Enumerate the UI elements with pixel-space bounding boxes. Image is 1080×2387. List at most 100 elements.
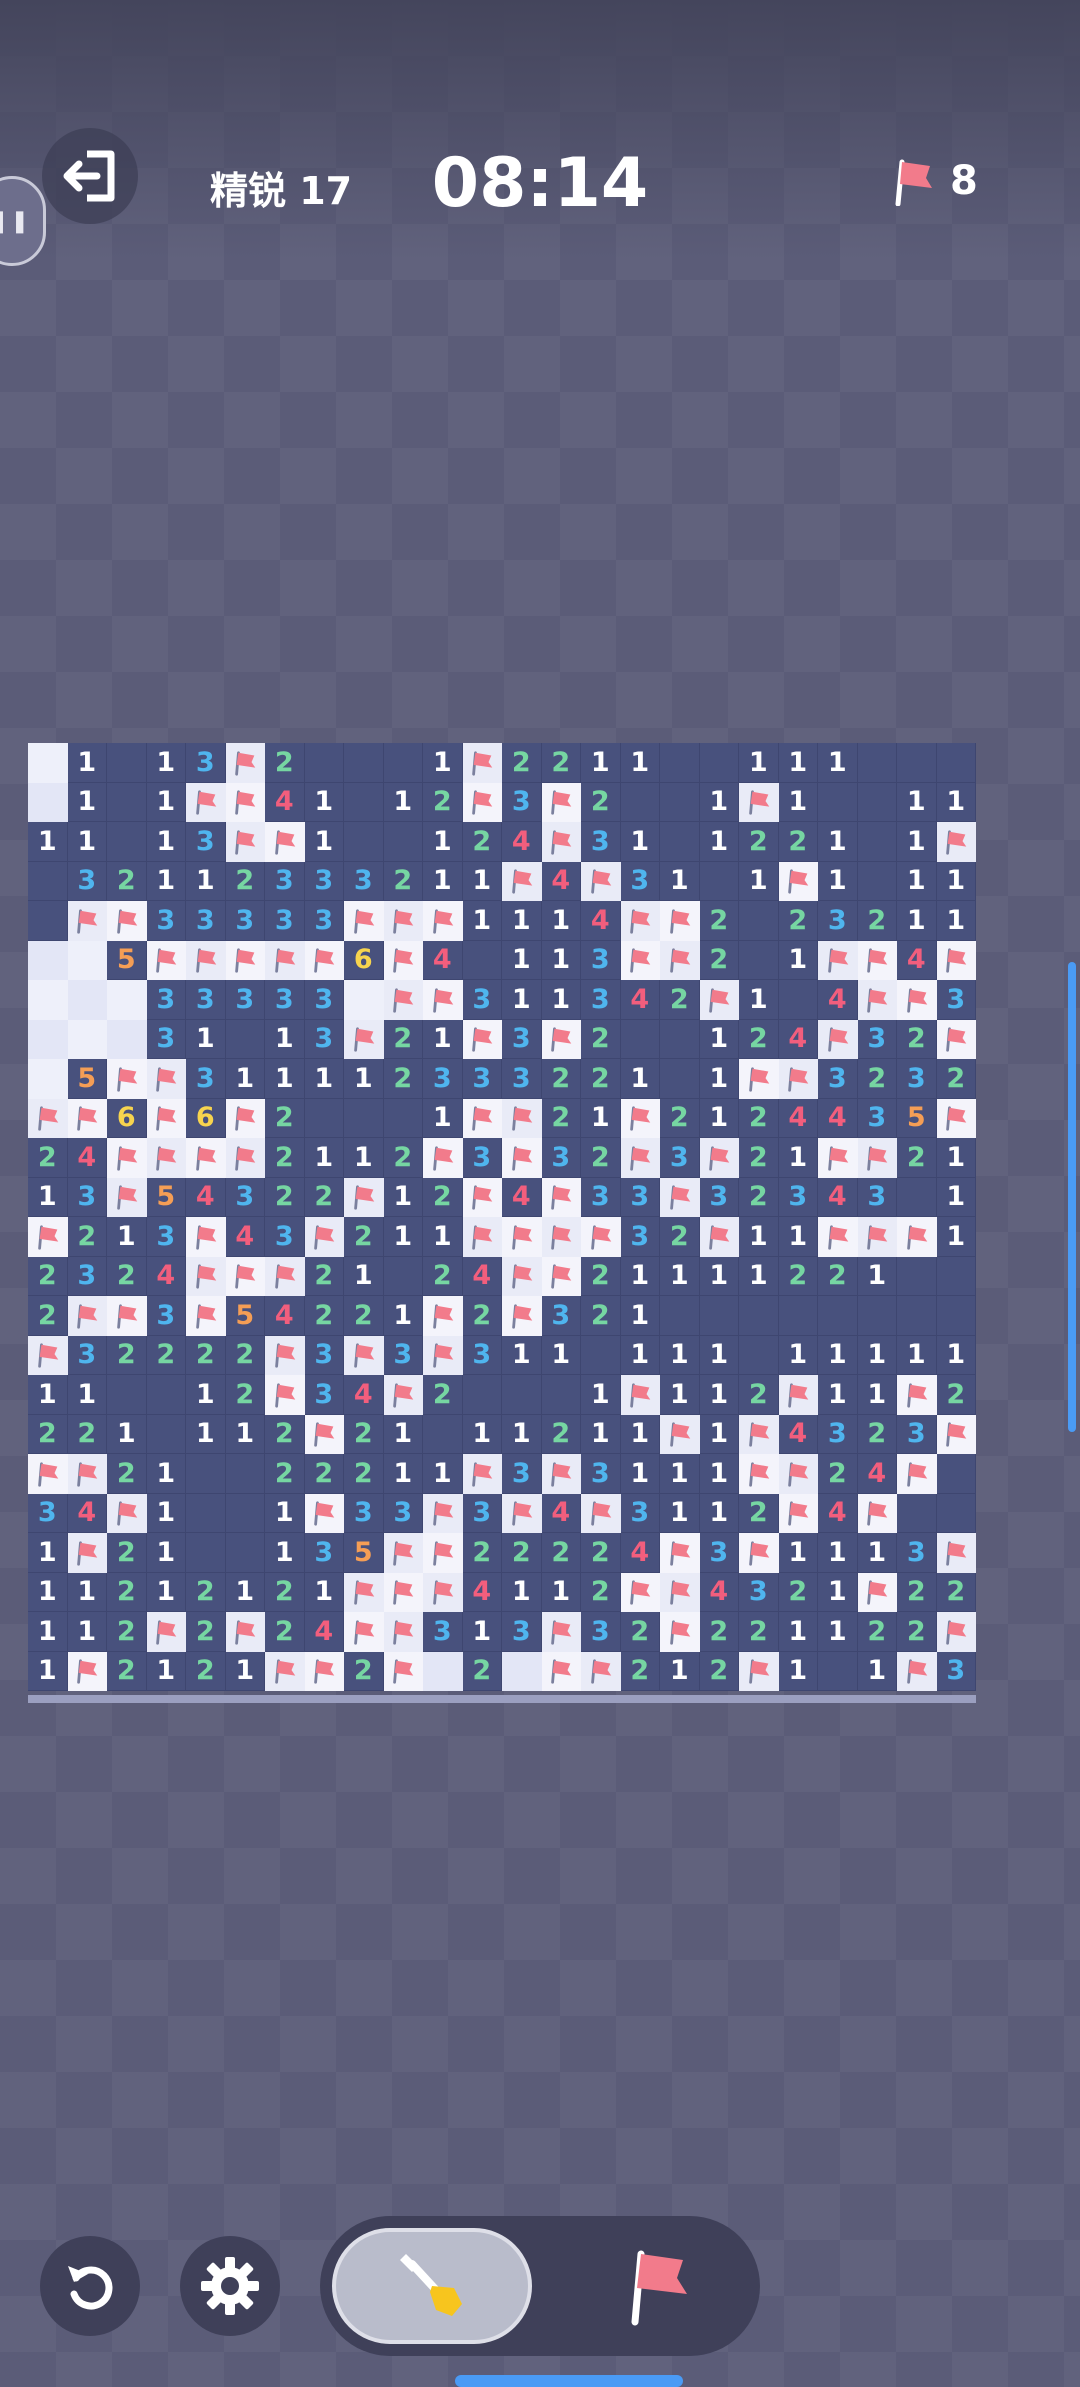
cell-number[interactable]: 1 — [699, 1493, 739, 1533]
cell-flag[interactable] — [107, 901, 147, 941]
cell-number[interactable]: 2 — [739, 1019, 779, 1059]
cell-number[interactable]: 1 — [304, 1572, 344, 1612]
cell-number[interactable]: 4 — [304, 1612, 344, 1652]
cell-number[interactable]: 1 — [699, 1375, 739, 1415]
cell-flag[interactable] — [897, 1375, 937, 1415]
cell-number[interactable]: 3 — [541, 1296, 581, 1336]
cell-flag[interactable] — [541, 1454, 581, 1494]
cell-number[interactable]: 3 — [225, 980, 265, 1020]
cell-flag[interactable] — [581, 1217, 621, 1257]
cell-number[interactable]: 3 — [265, 901, 305, 941]
cell-flag[interactable] — [28, 1454, 68, 1494]
cell-number[interactable]: 1 — [857, 1335, 897, 1375]
cell-flag[interactable] — [146, 1059, 186, 1099]
cell-number[interactable]: 3 — [699, 1533, 739, 1573]
cell-number[interactable]: 1 — [107, 1414, 147, 1454]
cell-number[interactable]: 1 — [423, 1098, 463, 1138]
cell-number[interactable]: 3 — [778, 1177, 818, 1217]
cell-number[interactable]: 2 — [107, 1533, 147, 1573]
cell-number[interactable]: 1 — [699, 1454, 739, 1494]
cell-number[interactable]: 1 — [146, 822, 186, 862]
cell-unrevealed[interactable] — [383, 743, 423, 783]
cell-unrevealed[interactable] — [28, 901, 68, 941]
cell-flag[interactable] — [857, 1493, 897, 1533]
minesweeper-board[interactable]: 1132122111111141123211111113112431122113… — [28, 743, 976, 1703]
cell-unrevealed[interactable] — [699, 1296, 739, 1336]
cell-number[interactable]: 3 — [265, 861, 305, 901]
cell-flag[interactable] — [107, 1177, 147, 1217]
cell-unrevealed[interactable] — [739, 1296, 779, 1336]
cell-flag[interactable] — [660, 1572, 700, 1612]
cell-flag[interactable] — [107, 1059, 147, 1099]
home-indicator[interactable] — [455, 2375, 683, 2387]
cell-flag[interactable] — [541, 1651, 581, 1691]
cell-empty[interactable] — [28, 782, 68, 822]
cell-number[interactable]: 2 — [699, 901, 739, 941]
cell-number[interactable]: 3 — [936, 1651, 976, 1691]
cell-number[interactable]: 2 — [423, 1177, 463, 1217]
cell-number[interactable]: 2 — [739, 1612, 779, 1652]
cell-number[interactable]: 3 — [818, 901, 858, 941]
cell-flag[interactable] — [304, 940, 344, 980]
cell-number[interactable]: 3 — [581, 1454, 621, 1494]
cell-flag[interactable] — [778, 1059, 818, 1099]
cell-flag[interactable] — [897, 1651, 937, 1691]
cell-number[interactable]: 2 — [857, 1059, 897, 1099]
cell-number[interactable]: 2 — [739, 1177, 779, 1217]
cell-number[interactable]: 3 — [67, 1177, 107, 1217]
cell-unrevealed[interactable] — [186, 1454, 226, 1494]
cell-number[interactable]: 3 — [423, 1059, 463, 1099]
cell-number[interactable]: 1 — [620, 822, 660, 862]
cell-number[interactable]: 2 — [936, 1059, 976, 1099]
cell-number[interactable]: 1 — [581, 743, 621, 783]
cell-number[interactable]: 1 — [265, 1493, 305, 1533]
cell-flag[interactable] — [304, 1493, 344, 1533]
cell-number[interactable]: 4 — [699, 1572, 739, 1612]
cell-flag[interactable] — [581, 861, 621, 901]
cell-number[interactable]: 2 — [778, 1572, 818, 1612]
cell-number[interactable]: 1 — [304, 782, 344, 822]
cell-number[interactable]: 1 — [699, 1335, 739, 1375]
cell-number[interactable]: 3 — [225, 901, 265, 941]
cell-number[interactable]: 1 — [857, 1533, 897, 1573]
cell-number[interactable]: 1 — [699, 1059, 739, 1099]
cell-number[interactable]: 2 — [778, 1256, 818, 1296]
cell-number[interactable]: 2 — [344, 1414, 384, 1454]
cell-unrevealed[interactable] — [897, 1296, 937, 1336]
cell-number[interactable]: 1 — [462, 1414, 502, 1454]
cell-number[interactable]: 3 — [344, 861, 384, 901]
cell-flag[interactable] — [818, 1217, 858, 1257]
cell-number[interactable]: 1 — [423, 822, 463, 862]
cell-number[interactable]: 1 — [146, 1533, 186, 1573]
cell-unrevealed[interactable] — [383, 822, 423, 862]
cell-number[interactable]: 6 — [344, 940, 384, 980]
cell-flag[interactable] — [67, 1454, 107, 1494]
cell-number[interactable]: 2 — [186, 1612, 226, 1652]
cell-number[interactable]: 2 — [857, 901, 897, 941]
cell-number[interactable]: 1 — [936, 1335, 976, 1375]
cell-number[interactable]: 2 — [897, 1138, 937, 1178]
cell-number[interactable]: 1 — [778, 1217, 818, 1257]
cell-number[interactable]: 1 — [28, 822, 68, 862]
cell-number[interactable]: 1 — [541, 901, 581, 941]
cell-number[interactable]: 2 — [897, 1612, 937, 1652]
cell-flag[interactable] — [936, 1098, 976, 1138]
cell-number[interactable]: 2 — [699, 1651, 739, 1691]
cell-flag[interactable] — [225, 1138, 265, 1178]
cell-number[interactable]: 1 — [897, 822, 937, 862]
cell-number[interactable]: 2 — [383, 861, 423, 901]
cell-flag[interactable] — [541, 1256, 581, 1296]
cell-unrevealed[interactable] — [581, 1335, 621, 1375]
cell-number[interactable]: 1 — [660, 1651, 700, 1691]
cell-number[interactable]: 4 — [620, 1533, 660, 1573]
cell-number[interactable]: 4 — [225, 1217, 265, 1257]
cell-number[interactable]: 3 — [818, 1414, 858, 1454]
cell-unrevealed[interactable] — [344, 743, 384, 783]
cell-number[interactable]: 3 — [146, 1019, 186, 1059]
cell-unrevealed[interactable] — [107, 1375, 147, 1415]
cell-number[interactable]: 4 — [67, 1138, 107, 1178]
cell-number[interactable]: 3 — [857, 1019, 897, 1059]
cell-number[interactable]: 2 — [936, 1375, 976, 1415]
cell-number[interactable]: 4 — [778, 1414, 818, 1454]
cell-number[interactable]: 3 — [620, 1177, 660, 1217]
